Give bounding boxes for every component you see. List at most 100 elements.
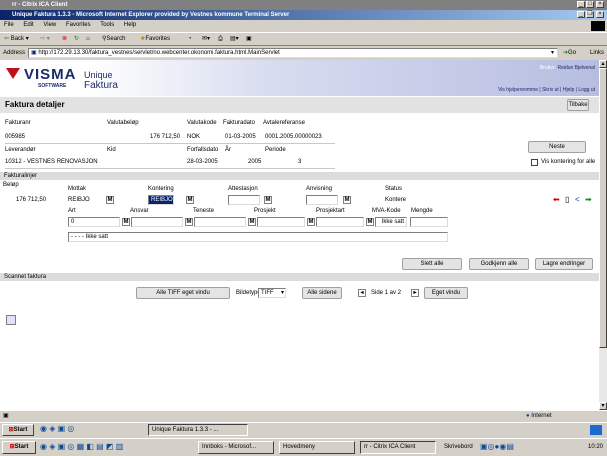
citrix-close-button[interactable]: ×	[596, 1, 604, 8]
ar-label: År	[225, 147, 231, 153]
citrix-maximize-button[interactable]: □	[586, 1, 594, 8]
delete-line-icon[interactable]: ⬅	[553, 195, 560, 204]
task-innboks[interactable]: Innboks - Microsof...	[198, 441, 274, 454]
kontering-lookup-icon[interactable]: M	[186, 196, 194, 204]
address-input[interactable]: ▣ http://172.29.13.30/faktura_vestnes/se…	[28, 48, 558, 58]
print-icon[interactable]: ⎙	[218, 33, 223, 45]
tray-icons: ▣◎●◉▤	[480, 442, 514, 451]
nav-help[interactable]: Hjelp	[563, 87, 574, 93]
desktop-label[interactable]: Skrivebord	[444, 444, 473, 450]
next-line-icon[interactable]: ➡	[585, 195, 592, 204]
neste-button[interactable]: Neste	[528, 141, 586, 153]
forward-button[interactable]: ⇨ ▾	[40, 33, 50, 45]
search-button[interactable]: ⚲Search	[102, 33, 125, 45]
quicklaunch-icons[interactable]: ◉ ◈ ▣ ◎ ▦ ◧ ▤ ◩ ▥	[40, 442, 123, 451]
vertical-scrollbar[interactable]: ▴ ▾	[599, 60, 607, 410]
godkjenn-alle-button[interactable]: Godkjenn alle	[469, 258, 529, 270]
next-page-icon[interactable]: ▸	[411, 289, 419, 297]
mengde-input[interactable]	[410, 217, 448, 227]
windows-start-button[interactable]: ⊞Start	[2, 441, 36, 454]
citrix-task-ie[interactable]: Unique Faktura 1.3.3 - ...	[148, 424, 248, 436]
alle-sidene-button[interactable]: Alle sidene	[302, 287, 342, 299]
slett-alle-button[interactable]: Slett alle	[402, 258, 462, 270]
fakturanr-label: Fakturanr	[5, 120, 31, 126]
scroll-down-arrow-icon[interactable]: ▾	[599, 402, 607, 410]
mva-select[interactable]: Ikke satt	[375, 217, 407, 227]
valutakode-label: Valutakode	[187, 120, 217, 126]
windows-taskbar: ⊞Start ◉ ◈ ▣ ◎ ▦ ◧ ▤ ◩ ▥ Innboks - Micro…	[0, 438, 607, 456]
document-icon[interactable]: ▯	[565, 195, 569, 204]
citrix-start-button[interactable]: ⊞Start	[2, 424, 34, 436]
prosjektart-lookup-icon[interactable]: M	[366, 218, 374, 226]
scroll-up-arrow-icon[interactable]: ▴	[599, 60, 607, 68]
menu-file[interactable]: File	[4, 22, 14, 28]
favorites-button[interactable]: ★Favorites	[140, 33, 170, 45]
stop-icon[interactable]: ⊗	[62, 33, 67, 45]
art-input[interactable]: 0	[68, 217, 120, 227]
split-icon[interactable]: <	[575, 195, 580, 204]
home-icon[interactable]: ⌂	[86, 33, 90, 45]
discuss-icon[interactable]: ▣	[246, 33, 252, 45]
prosjekt-lookup-icon[interactable]: M	[307, 218, 315, 226]
nav-print[interactable]: Skriv ut	[542, 87, 559, 93]
fakturadato-value: 01-03-2005	[225, 134, 256, 140]
page-title: Faktura detaljer	[5, 100, 65, 109]
status-label: Status	[385, 186, 403, 192]
back-button[interactable]: ⇦ Back ▾	[4, 33, 29, 45]
kontering-input[interactable]: REIBJO	[148, 195, 174, 205]
citrix-title-bar: rr - Citrix ICA Client	[0, 0, 607, 10]
attestasjon-lookup-icon[interactable]: M	[264, 196, 272, 204]
links-label[interactable]: Links	[590, 47, 604, 59]
prosjekt-label: Prosjekt	[254, 208, 276, 214]
vis-kontering-checkbox[interactable]	[531, 159, 538, 166]
refresh-icon[interactable]: ↻	[74, 33, 79, 45]
lagre-endringer-button[interactable]: Lagre endringer	[535, 258, 593, 270]
attestasjon-input[interactable]	[228, 195, 260, 205]
edit-icon[interactable]: ▤▾	[230, 33, 239, 45]
back-to-list-button[interactable]: Tilbake	[567, 99, 589, 111]
avtalereferanse-label: Avtalereferanse	[263, 120, 305, 126]
mottak-lookup-icon[interactable]: M	[106, 196, 114, 204]
menu-view[interactable]: View	[43, 22, 56, 28]
scroll-thumb[interactable]	[599, 68, 607, 348]
menu-help[interactable]: Help	[124, 22, 136, 28]
eget-vindu-button[interactable]: Eget vindu	[424, 287, 468, 299]
tjeneste-lookup-icon[interactable]: M	[248, 218, 256, 226]
valutabelop-label: Valutabeløp	[107, 120, 139, 126]
ie-close-button[interactable]: ×	[596, 11, 604, 18]
ie-restore-button[interactable]: ❐	[586, 11, 594, 18]
alle-tiff-button[interactable]: Alle TIFF eget vindu	[136, 287, 230, 299]
anvisning-lookup-icon[interactable]: M	[343, 196, 351, 204]
valutakode-value: NOK	[187, 134, 201, 140]
task-hovedmeny[interactable]: Hovedmeny	[279, 441, 355, 454]
ansvar-lookup-icon[interactable]: M	[185, 218, 193, 226]
ansvar-input[interactable]	[131, 217, 183, 227]
prosjekt-input[interactable]	[257, 217, 305, 227]
kid-label: Kid	[107, 147, 116, 153]
menu-favorites[interactable]: Favorites	[66, 22, 91, 28]
prosjektart-input[interactable]	[316, 217, 364, 227]
line-description[interactable]: - - - - Ikke satt	[68, 232, 448, 242]
nav-help-pane[interactable]: Vis hjelpereomme	[498, 87, 538, 93]
anvisning-input[interactable]	[306, 195, 338, 205]
bildetype-select[interactable]: TIFF ▾	[258, 288, 286, 298]
go-button[interactable]: ➜Go	[563, 47, 576, 59]
app-header: VISMA SOFTWARE Unique Faktura Bruker: Re…	[0, 60, 599, 96]
history-icon[interactable]: ◔	[188, 33, 192, 45]
citrix-minimize-button[interactable]: _	[577, 1, 585, 8]
prev-page-icon[interactable]: ◂	[358, 289, 366, 297]
menu-edit[interactable]: Edit	[23, 22, 33, 28]
ie-minimize-button[interactable]: _	[577, 11, 585, 18]
divider	[5, 168, 335, 169]
menu-tools[interactable]: Tools	[100, 22, 114, 28]
leverandor-label: Leverandør	[5, 147, 36, 153]
mail-icon[interactable]: ✉▾	[202, 33, 210, 45]
fakturadato-label: Fakturadato	[223, 120, 256, 126]
tjeneste-input[interactable]	[194, 217, 246, 227]
address-dropdown-icon[interactable]: ▾	[551, 47, 554, 59]
task-citrix[interactable]: rr - Citrix ICA Client	[360, 441, 436, 454]
art-lookup-icon[interactable]: M	[122, 218, 130, 226]
nav-logout[interactable]: Logg ut	[578, 87, 595, 93]
quicklaunch-icons[interactable]: ◉ ◈ ▣ ◎	[40, 424, 74, 433]
chevron-down-icon: ▾	[280, 290, 284, 296]
